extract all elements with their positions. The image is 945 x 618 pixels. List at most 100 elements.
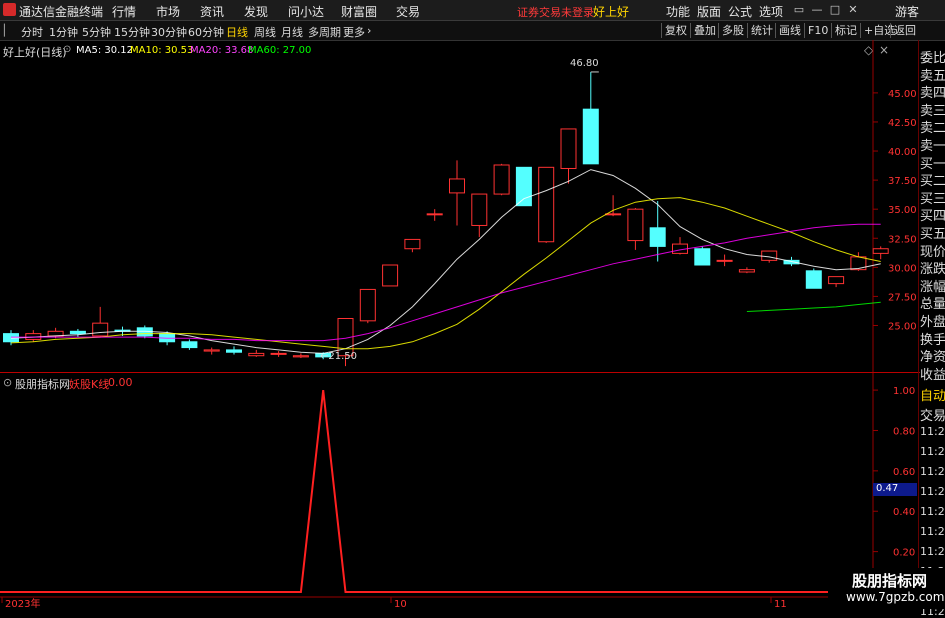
kline-candle [515, 166, 532, 207]
indicator-current-value-box: 0.47 [873, 483, 917, 496]
ma60-line [746, 301, 881, 312]
indicator-tick-label: 0.40 [893, 507, 915, 518]
candle-body-down [694, 248, 711, 266]
candle-body-up [538, 166, 555, 243]
candle-body-up [426, 213, 443, 216]
candle-body-up [828, 276, 845, 285]
kline-candle [248, 349, 265, 357]
indicator-series-label: 妖股K线 [69, 378, 110, 391]
kline-candle [449, 160, 465, 226]
kline-candle [538, 166, 555, 243]
time-tick-label: 2023年 [5, 597, 40, 609]
candle-body-up [359, 288, 376, 322]
side-panel-trade-label[interactable]: 交易 [920, 405, 945, 424]
side-panel-trade-label[interactable]: 自动 [920, 385, 945, 404]
kline-candle [359, 288, 376, 324]
kline-candle [25, 330, 42, 342]
candle-body-up [382, 264, 399, 287]
side-panel-time: 11:28 [920, 425, 945, 438]
high-price-annotation: 46.80 [570, 58, 599, 69]
side-panel-label: 买一 [920, 156, 945, 172]
candle-body-up [761, 250, 778, 261]
side-panel-label: 委比 [920, 51, 945, 66]
kline-candle [404, 238, 421, 253]
indicator-current-value: 0.47 [876, 483, 899, 494]
pane-divider[interactable] [0, 372, 920, 373]
kline-candle [493, 163, 510, 196]
side-panel-label: 卖四 [920, 86, 945, 102]
price-tick-label: 30.00 [888, 263, 917, 274]
indicator-tick-label: 1.00 [893, 386, 915, 397]
candle-body-down [649, 227, 666, 247]
side-panel-label: 卖二 [920, 121, 945, 137]
kline-candle [828, 276, 845, 288]
candle-body-up [471, 193, 488, 226]
indicator-series-value: 0.00 [108, 376, 133, 389]
candle-body-up [404, 238, 421, 250]
kline-candle [872, 246, 889, 260]
candle-body-down [226, 349, 242, 353]
side-panel-label: 买三 [920, 191, 945, 207]
indicator-line [0, 389, 881, 593]
candle-body-up [292, 355, 309, 358]
kline-candle [738, 267, 755, 274]
side-panel-label: 买四 [920, 209, 945, 225]
ma10-line [10, 197, 881, 350]
quote-side-panel: 委比 卖五 卖四 卖三 卖二 卖一 买一 买二 买三 买四 买五 现价 涨跌 涨幅 总量 外盘 换手 净资 收益 自动… [918, 42, 945, 618]
low-price-annotation: ←21.50 [320, 351, 358, 362]
indicator-tick-label: 0.80 [893, 426, 915, 437]
side-panel-label: 卖五 [920, 68, 945, 84]
kline-candle [426, 209, 443, 221]
candle-body-up [560, 128, 577, 169]
side-panel-time: 11:28 [920, 505, 945, 518]
kline-candle [471, 193, 488, 238]
watermark: 股朋指标网 www.7gpzb.com [828, 568, 945, 609]
candle-body-up [248, 352, 265, 357]
side-panel-label: 买五 [920, 227, 945, 242]
side-panel-time: 11:28 [920, 485, 945, 498]
kline-candle [270, 351, 287, 357]
ma20-line [11, 223, 881, 342]
side-panel-label: 净资 [920, 350, 945, 366]
side-panel-label: 卖一 [920, 139, 945, 154]
price-tick-label: 37.50 [888, 176, 917, 187]
candle-body-up [716, 259, 733, 262]
price-tick-label: 40.00 [888, 147, 917, 158]
side-panel-label: 现价 [920, 244, 945, 260]
kline-candle [292, 353, 309, 359]
candle-body-down [582, 108, 599, 165]
price-tick-label: 45.00 [888, 89, 917, 100]
ma5-line [10, 169, 881, 354]
watermark-url: www.7gpzb.com [846, 590, 945, 604]
kline-candle [672, 237, 688, 255]
candle-body-down [515, 166, 532, 207]
candle-body-up [605, 213, 622, 216]
price-tick-label: 25.00 [888, 321, 917, 332]
kline-candle [69, 328, 86, 338]
price-tick-label: 27.50 [888, 292, 917, 303]
indicator-toggle-icon[interactable]: ⊙ [3, 376, 12, 389]
side-panel-time: 11:28 [920, 525, 945, 538]
indicator-name[interactable]: 股朋指标网 [15, 376, 70, 392]
side-panel-label: 买二 [920, 174, 945, 190]
candle-body-up [872, 248, 889, 254]
time-tick-label: 10 [394, 599, 407, 609]
side-panel-label: 涨跌 [920, 262, 945, 278]
side-panel-label: 卖三 [920, 103, 945, 119]
side-panel-label: 收益 [920, 367, 945, 383]
price-tick-label: 32.50 [888, 234, 917, 245]
time-tick-label: 11 [774, 599, 787, 609]
side-panel-label: 涨幅 [920, 279, 945, 295]
side-panel-label: 换手 [920, 332, 945, 348]
candle-body-up [493, 164, 510, 195]
indicator-tick-label: 0.20 [893, 548, 915, 559]
side-panel-label: 外盘 [920, 315, 945, 330]
kline-chart[interactable]: 45.00 42.50 40.00 37.50 35.00 32.50 30.00 27.50… [0, 0, 945, 609]
side-panel-time: 11:28 [920, 465, 945, 478]
candle-body-down [805, 270, 822, 289]
candle-body-up [627, 208, 644, 242]
kline-candle [627, 208, 644, 250]
kline-candle [226, 346, 242, 355]
candle-body-up [738, 269, 755, 273]
price-tick-label: 42.50 [888, 118, 917, 129]
